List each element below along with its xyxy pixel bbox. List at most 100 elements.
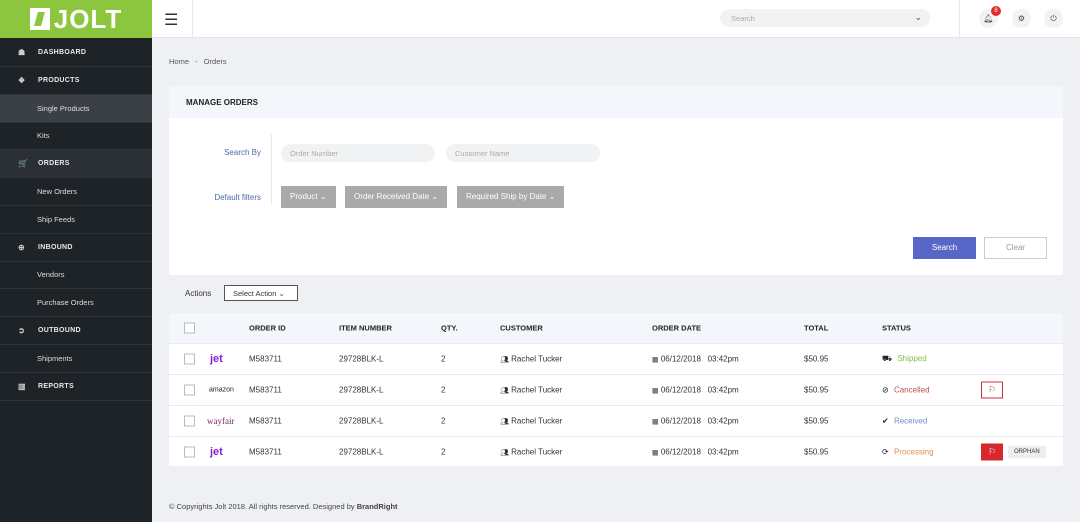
footer-brand[interactable]: BrandRight xyxy=(357,502,398,511)
arrow-circle-icon: ➲ xyxy=(18,326,26,335)
sidebar-item-label: DASHBOARD xyxy=(38,49,87,56)
customer-name: Rachel Tucker xyxy=(511,385,563,395)
status-cancelled-icon: ⊘ xyxy=(882,385,889,395)
order-id[interactable]: M583711 xyxy=(249,386,282,395)
sidebar-item-ship-feeds[interactable]: Ship Feeds xyxy=(0,206,152,234)
col-qty[interactable]: QTY. xyxy=(441,324,458,333)
users-icon: 👥︎ xyxy=(500,387,509,395)
sidebar-item-purchase-orders[interactable]: Purchase Orders xyxy=(0,289,152,318)
sidebar-item-label: New Orders xyxy=(37,187,78,196)
col-order-id[interactable]: ORDER ID xyxy=(249,324,286,333)
order-time: 03:42pm xyxy=(707,354,739,364)
order-time: 03:42pm xyxy=(707,447,739,457)
order-date: 06/12/2018 xyxy=(660,416,701,426)
sidebar-item-dashboard[interactable]: ☗ DASHBOARD xyxy=(0,39,152,67)
sidebar-item-new-orders[interactable]: New Orders xyxy=(0,178,152,206)
jet-logo: jet xyxy=(210,446,223,458)
sidebar-item-label: ORDERS xyxy=(38,160,70,168)
sidebar-item-orders[interactable]: 🛒 ORDERS xyxy=(0,150,152,179)
search-by-label: Search By xyxy=(224,148,261,157)
breadcrumb-home[interactable]: Home xyxy=(169,57,189,66)
panel-title: MANAGE ORDERS xyxy=(169,86,1063,118)
item-number: 29728BLK-L xyxy=(339,385,384,395)
settings-gear-icon[interactable]: ⚙ xyxy=(1012,9,1031,28)
chevron-down-icon: ⌄ xyxy=(278,289,285,298)
jolt-logo[interactable]: JOLT xyxy=(0,0,152,38)
order-id[interactable]: M583711 xyxy=(249,355,282,364)
total: $50.95 xyxy=(804,447,829,457)
row-checkbox[interactable] xyxy=(184,353,195,365)
logo-text: JOLT xyxy=(53,3,123,34)
sidebar-item-outbound[interactable]: ➲ OUTBOUND xyxy=(0,317,152,345)
sidebar-item-label: OUTBOUND xyxy=(38,327,81,334)
order-id[interactable]: M583711 xyxy=(249,448,282,457)
sidebar-item-inbound[interactable]: ⊕ INBOUND xyxy=(0,234,152,262)
sidebar-item-products[interactable]: ❖ PRODUCTS xyxy=(0,67,152,95)
item-number: 29728BLK-L xyxy=(339,447,384,457)
customer-name-input[interactable]: Customer Name xyxy=(446,144,600,162)
item-number: 29728BLK-L xyxy=(339,416,384,426)
global-search-input[interactable]: Search ⌄ xyxy=(720,9,930,27)
bar-chart-icon: ▥ xyxy=(18,381,26,391)
qty: 2 xyxy=(441,354,446,364)
sidebar-item-reports[interactable]: ▥ REPORTS xyxy=(0,373,152,401)
select-action-dropdown[interactable]: Select Action ⌄ xyxy=(224,285,298,301)
sidebar-item-label: Shipments xyxy=(37,353,73,363)
menu-toggle-icon[interactable]: ☰ xyxy=(164,10,178,30)
table-header: ORDER ID ITEM NUMBER QTY. CUSTOMER ORDER… xyxy=(169,313,1063,343)
amazon-logo: amazon xyxy=(209,386,234,394)
order-time: 03:42pm xyxy=(707,416,739,426)
clear-button[interactable]: Clear xyxy=(984,237,1047,259)
calendar-icon: ▦ xyxy=(652,387,659,395)
order-number-input[interactable]: Order Number xyxy=(281,144,435,162)
product-filter-dropdown[interactable]: Product ⌄ xyxy=(281,186,336,208)
qty: 2 xyxy=(441,447,446,457)
cart-icon: 🛒 xyxy=(18,159,29,169)
row-checkbox[interactable] xyxy=(184,415,195,427)
table-row[interactable]: wayfair M583711 29728BLK-L 2 👥︎ Rachel T… xyxy=(169,405,1063,436)
sidebar-item-kits[interactable]: Kits xyxy=(0,122,152,151)
col-order-date[interactable]: ORDER DATE xyxy=(652,324,701,333)
sidebar-item-label: REPORTS xyxy=(38,382,74,390)
footer: © Copyrights Jolt 2018. All rights reser… xyxy=(169,502,398,511)
table-row[interactable]: jet M583711 29728BLK-L 2 👥︎ Rachel Tucke… xyxy=(169,343,1063,374)
select-action-value: Select Action xyxy=(233,289,277,298)
col-total[interactable]: TOTAL xyxy=(804,324,828,333)
order-date: 06/12/2018 xyxy=(660,385,701,395)
chevron-down-icon[interactable]: ⌄ xyxy=(914,12,922,23)
customer-name: Rachel Tucker xyxy=(511,447,563,457)
flag-icon[interactable]: ⚐ xyxy=(981,443,1003,461)
sidebar-item-label: PRODUCTS xyxy=(38,76,80,84)
users-icon: 👥︎ xyxy=(500,449,509,457)
filter-label: Product xyxy=(290,192,318,201)
divider xyxy=(959,0,960,38)
jet-logo: jet xyxy=(210,353,223,365)
sidebar-item-single-products[interactable]: Single Products xyxy=(0,94,152,123)
breadcrumb: Home - Orders xyxy=(169,57,227,66)
search-button[interactable]: Search xyxy=(913,237,976,259)
sidebar-item-shipments[interactable]: Shipments xyxy=(0,345,152,373)
dashboard-icon: ☗ xyxy=(18,48,26,57)
flag-icon[interactable]: ⚐ xyxy=(981,381,1003,399)
users-icon: 👥︎ xyxy=(500,418,509,426)
power-icon[interactable]: ⏻ xyxy=(1044,9,1063,28)
col-status[interactable]: STATUS xyxy=(882,324,911,333)
table-row[interactable]: jet M583711 29728BLK-L 2 👥︎ Rachel Tucke… xyxy=(169,436,1063,467)
customer-name: Rachel Tucker xyxy=(511,416,563,426)
status-badge: Shipped xyxy=(897,354,927,363)
sidebar-item-label: INBOUND xyxy=(38,243,73,251)
sidebar-item-label: Single Products xyxy=(37,103,90,113)
select-all-checkbox[interactable] xyxy=(184,322,195,334)
row-checkbox[interactable] xyxy=(184,446,195,458)
required-ship-date-filter-dropdown[interactable]: Required Ship by Date ⌄ xyxy=(457,186,565,208)
breadcrumb-current: Orders xyxy=(203,57,227,66)
col-item-number[interactable]: ITEM NUMBER xyxy=(339,324,392,333)
order-id[interactable]: M583711 xyxy=(249,417,282,426)
manage-orders-panel: MANAGE ORDERS Search By Default filters … xyxy=(169,86,1063,275)
sidebar-item-vendors[interactable]: Vendors xyxy=(0,261,152,290)
table-row[interactable]: amazon M583711 29728BLK-L 2 👥︎ Rachel Tu… xyxy=(169,374,1063,405)
order-received-date-filter-dropdown[interactable]: Order Received Date ⌄ xyxy=(345,186,448,208)
col-customer[interactable]: CUSTOMER xyxy=(500,324,543,333)
row-checkbox[interactable] xyxy=(184,384,195,396)
users-icon: 👥︎ xyxy=(500,356,509,364)
